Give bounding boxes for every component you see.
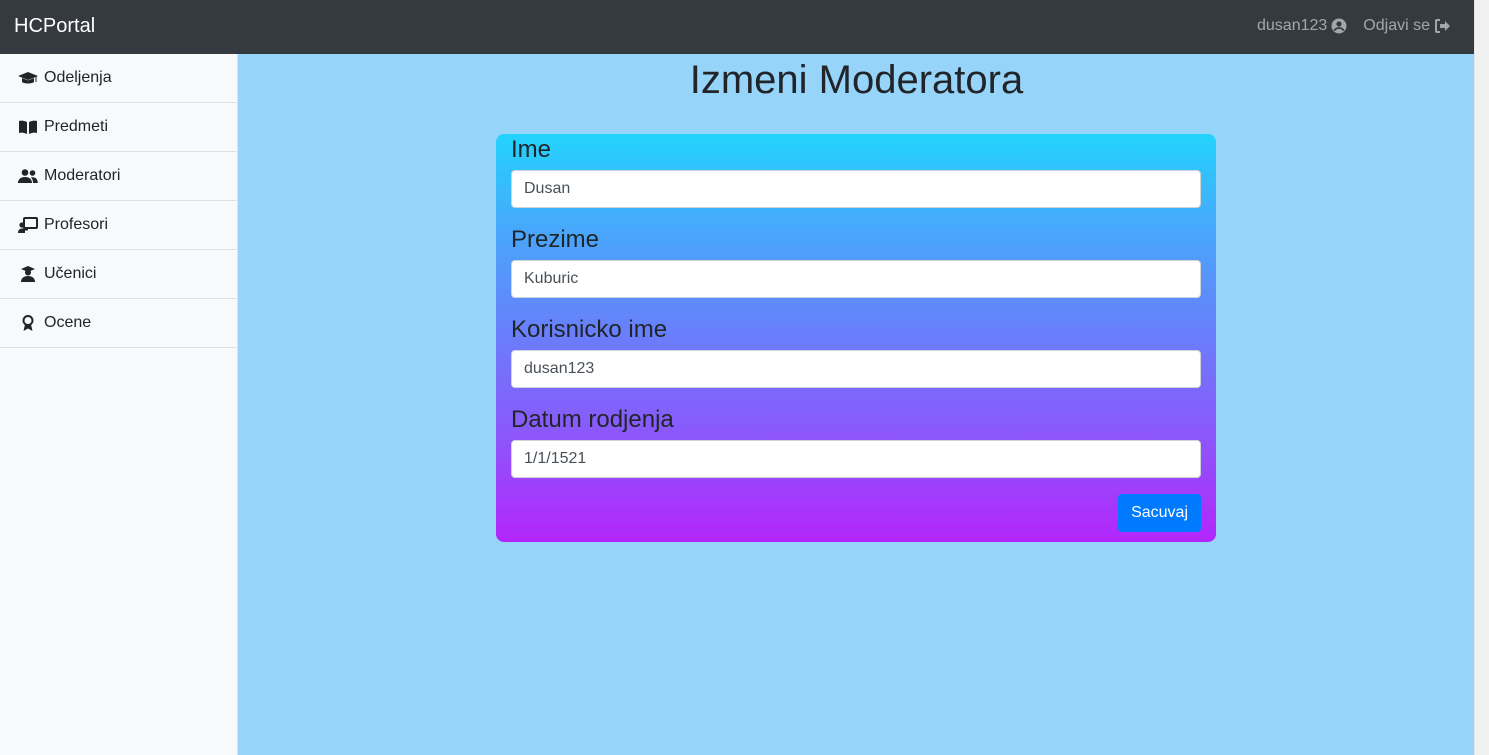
logout-link[interactable]: Odjavi se: [1363, 17, 1450, 35]
birth-date-input[interactable]: [511, 440, 1201, 478]
sidebar-item-label: Odeljenja: [44, 69, 112, 86]
sidebar-item-label: Ocene: [44, 314, 92, 331]
username-field-label: Korisnicko ime: [511, 316, 668, 343]
student-icon: [21, 266, 35, 282]
last-name-input[interactable]: [511, 260, 1201, 298]
top-navbar: HCPortal dusan123 Odjavi se: [0, 0, 1474, 54]
last-name-label: Prezime: [511, 226, 600, 253]
sidebar-item-ocene[interactable]: Ocene: [0, 299, 237, 348]
page-title: Izmeni Moderatora: [689, 58, 1024, 102]
navbar-user-area: dusan123 Odjavi se: [1257, 17, 1450, 35]
sidebar-item-label: Učenici: [44, 265, 97, 282]
sidebar-item-odeljenja[interactable]: Odeljenja: [0, 54, 237, 103]
main-content: Izmeni Moderatora Ime Prezime Korisnicko…: [239, 54, 1474, 755]
graduation-cap-icon: [18, 72, 38, 84]
brand-logo[interactable]: HCPortal: [14, 15, 95, 38]
username-label: dusan123: [1257, 17, 1328, 34]
sidebar-item-label: Moderatori: [44, 167, 121, 184]
sidebar-item-label: Profesori: [44, 216, 109, 233]
page-scrollbar[interactable]: [1474, 0, 1489, 755]
sign-out-icon: [1435, 19, 1450, 33]
birth-date-label: Datum rodjenja: [511, 406, 674, 433]
first-name-label: Ime: [511, 136, 552, 163]
award-icon: [22, 315, 34, 331]
book-icon: [19, 120, 37, 134]
sidebar-item-ucenici[interactable]: Učenici: [0, 250, 237, 299]
edit-moderator-form: Ime Prezime Korisnicko ime Datum rodjenj…: [496, 134, 1216, 542]
username-input[interactable]: [511, 350, 1201, 388]
sidebar-item-predmeti[interactable]: Predmeti: [0, 103, 237, 152]
save-button[interactable]: Sacuvaj: [1118, 494, 1201, 532]
sidebar: Odeljenja Predmeti Moderatori Profesori …: [0, 54, 238, 755]
sidebar-item-label: Predmeti: [44, 118, 109, 135]
user-profile-link[interactable]: dusan123: [1257, 17, 1347, 35]
first-name-input[interactable]: [511, 170, 1201, 208]
teacher-icon: [18, 217, 38, 233]
sidebar-item-profesori[interactable]: Profesori: [0, 201, 237, 250]
users-icon: [18, 169, 38, 183]
user-circle-icon: [1331, 18, 1347, 34]
sidebar-item-moderatori[interactable]: Moderatori: [0, 152, 237, 201]
logout-label: Odjavi se: [1363, 17, 1430, 34]
